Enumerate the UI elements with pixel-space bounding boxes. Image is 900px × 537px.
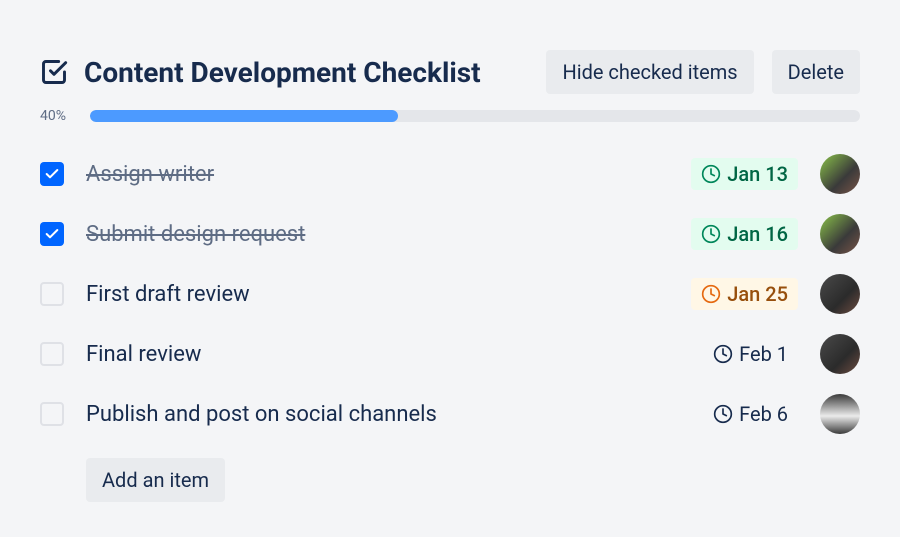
clock-icon bbox=[701, 164, 721, 184]
checklist-title[interactable]: Content Development Checklist bbox=[84, 56, 481, 89]
checklist-items: Assign writer Jan 13 Submit design reque… bbox=[40, 144, 860, 444]
list-item[interactable]: Assign writer Jan 13 bbox=[40, 144, 860, 204]
item-label[interactable]: Submit design request bbox=[86, 222, 669, 247]
list-item[interactable]: Publish and post on social channels Feb … bbox=[40, 384, 860, 444]
add-item-button[interactable]: Add an item bbox=[86, 458, 225, 502]
clock-icon bbox=[713, 344, 733, 364]
due-date-badge[interactable]: Jan 16 bbox=[691, 218, 798, 250]
progress-percent: 40% bbox=[40, 108, 78, 124]
checklist-header: Content Development Checklist Hide check… bbox=[40, 50, 860, 94]
due-date-text: Jan 25 bbox=[727, 282, 788, 306]
assignee-avatar[interactable] bbox=[820, 274, 860, 314]
due-date-badge[interactable]: Jan 25 bbox=[691, 278, 798, 310]
due-date-text: Feb 6 bbox=[739, 402, 788, 426]
checkbox[interactable] bbox=[40, 282, 64, 306]
due-date-text: Feb 1 bbox=[739, 342, 788, 366]
progress-row: 40% bbox=[40, 108, 860, 124]
assignee-avatar[interactable] bbox=[820, 214, 860, 254]
due-date-text: Jan 16 bbox=[727, 222, 788, 246]
checkbox[interactable] bbox=[40, 222, 64, 246]
hide-checked-button[interactable]: Hide checked items bbox=[546, 50, 753, 94]
assignee-avatar[interactable] bbox=[820, 154, 860, 194]
checkbox[interactable] bbox=[40, 162, 64, 186]
list-item[interactable]: First draft review Jan 25 bbox=[40, 264, 860, 324]
checklist-card: Content Development Checklist Hide check… bbox=[0, 0, 900, 532]
clock-icon bbox=[713, 404, 733, 424]
clock-icon bbox=[701, 224, 721, 244]
delete-button[interactable]: Delete bbox=[772, 50, 860, 94]
item-label[interactable]: First draft review bbox=[86, 282, 669, 307]
checkbox[interactable] bbox=[40, 342, 64, 366]
title-wrap: Content Development Checklist bbox=[40, 56, 528, 89]
checklist-icon bbox=[40, 58, 68, 86]
due-date-text: Jan 13 bbox=[727, 162, 788, 186]
checklist-footer: Add an item bbox=[40, 458, 860, 502]
progress-bar bbox=[90, 110, 860, 122]
assignee-avatar[interactable] bbox=[820, 334, 860, 374]
item-label[interactable]: Publish and post on social channels bbox=[86, 402, 681, 427]
due-date-badge[interactable]: Feb 6 bbox=[703, 398, 798, 430]
due-date-badge[interactable]: Jan 13 bbox=[691, 158, 798, 190]
checkbox[interactable] bbox=[40, 402, 64, 426]
progress-fill bbox=[90, 110, 398, 122]
due-date-badge[interactable]: Feb 1 bbox=[703, 338, 798, 370]
list-item[interactable]: Final review Feb 1 bbox=[40, 324, 860, 384]
item-label[interactable]: Assign writer bbox=[86, 162, 669, 187]
assignee-avatar[interactable] bbox=[820, 394, 860, 434]
clock-icon bbox=[701, 284, 721, 304]
list-item[interactable]: Submit design request Jan 16 bbox=[40, 204, 860, 264]
item-label[interactable]: Final review bbox=[86, 342, 681, 367]
